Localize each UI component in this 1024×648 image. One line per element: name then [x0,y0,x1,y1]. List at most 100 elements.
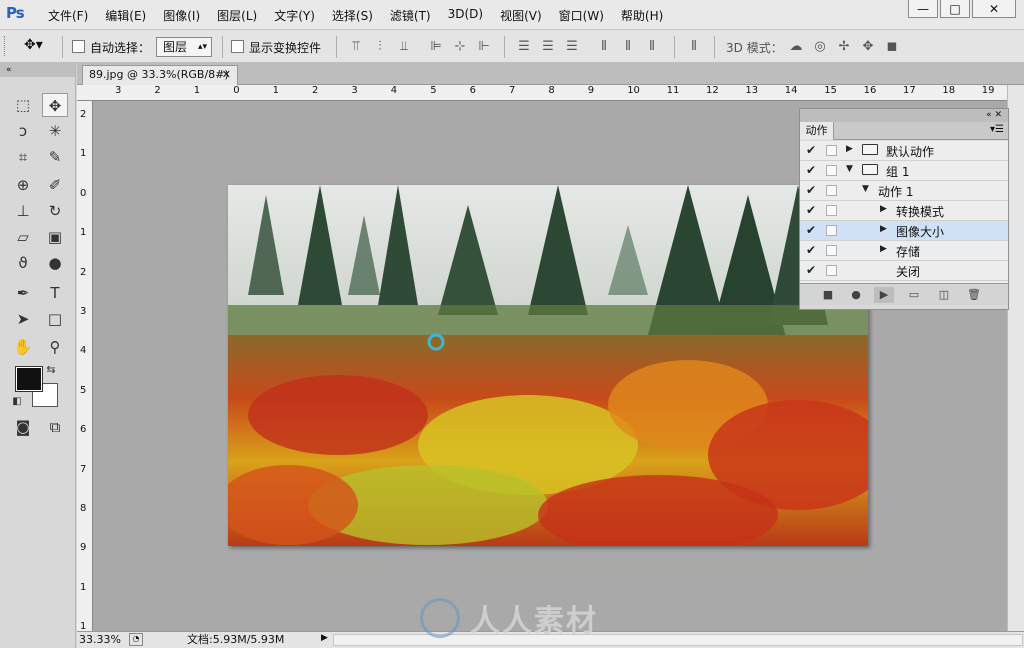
zoom-level[interactable]: 33.33% [79,633,123,647]
menu-select[interactable]: 选择(S) [332,7,373,24]
action-row-save[interactable]: ✔ ▶ 存储 [800,241,1008,261]
path-selection-tool-icon[interactable]: ➤ [10,307,36,331]
check-icon[interactable]: ✔ [806,203,816,217]
brush-tool-icon[interactable]: ✐ [42,173,68,197]
3d-pan-icon[interactable]: ✢ [836,39,852,55]
align-left-icon[interactable]: ⊫ [428,39,444,55]
expand-right-icon[interactable]: ▶ [846,144,853,154]
hand-tool-icon[interactable]: ✋ [10,335,36,359]
tab-actions[interactable]: 动作 [800,122,834,140]
dialog-toggle[interactable] [826,165,837,176]
eyedropper-tool-icon[interactable]: ✎ [42,145,68,169]
menu-window[interactable]: 窗口(W) [559,7,604,24]
dialog-toggle[interactable] [826,185,837,196]
lasso-tool-icon[interactable]: ↄ [10,119,36,143]
menu-layer[interactable]: 图层(L) [217,7,257,24]
align-hcenter-icon[interactable]: ⊹ [452,39,468,55]
distribute-vcenter-icon[interactable]: ☰ [540,39,556,55]
3d-slide-icon[interactable]: ✥ [860,39,876,55]
rectangle-tool-icon[interactable]: □ [42,307,68,331]
menu-image[interactable]: 图像(I) [163,7,200,24]
distribute-hcenter-icon[interactable]: ⦀ [620,39,636,55]
move-tool-preset-icon[interactable]: ✥▾ [24,37,43,53]
align-bottom-icon[interactable]: ⫫ [396,39,412,55]
foreground-color-swatch[interactable] [15,366,43,392]
menu-edit[interactable]: 编辑(E) [105,7,146,24]
menu-file[interactable]: 文件(F) [48,7,88,24]
expand-down-icon[interactable]: ▼ [862,184,869,194]
close-button[interactable]: ✕ [972,0,1016,18]
dialog-toggle[interactable] [826,245,837,256]
record-icon[interactable]: ● [846,287,866,303]
menu-3d[interactable]: 3D(D) [448,7,483,24]
blur-tool-icon[interactable]: ϑ [10,251,36,275]
check-icon[interactable]: ✔ [806,183,816,197]
gradient-tool-icon[interactable]: ▣ [42,225,68,249]
eraser-tool-icon[interactable]: ▱ [10,225,36,249]
auto-align-icon[interactable]: ⫴ [686,39,702,55]
dialog-toggle[interactable] [826,225,837,236]
marquee-tool-icon[interactable]: ⬚ [10,93,36,117]
dialog-toggle[interactable] [826,265,837,276]
dodge-tool-icon[interactable]: ● [42,251,68,275]
status-menu-icon[interactable]: ▶ [321,633,328,643]
swap-colors-icon[interactable]: ⇆ [44,363,58,377]
3d-scale-icon[interactable]: ◼ [884,39,900,55]
maximize-button[interactable]: □ [940,0,970,18]
distribute-bottom-icon[interactable]: ☰ [564,39,580,55]
type-tool-icon[interactable]: T [42,281,68,305]
minimize-button[interactable]: — [908,0,938,18]
menu-filter[interactable]: 滤镜(T) [390,7,431,24]
action-row-convert-mode[interactable]: ✔ ▶ 转换模式 [800,201,1008,221]
zoom-tool-icon[interactable]: ⚲ [42,335,68,359]
default-colors-icon[interactable]: ◧ [10,395,24,409]
vertical-ruler[interactable]: 21012345678911 [77,101,93,632]
panel-collapse-bar[interactable]: « ✕ [800,109,1008,122]
dialog-toggle[interactable] [826,205,837,216]
auto-select-checkbox[interactable] [72,40,85,53]
align-top-icon[interactable]: ⫪ [348,39,364,55]
menu-type[interactable]: 文字(Y) [274,7,315,24]
show-transform-checkbox[interactable] [231,40,244,53]
status-info-icon[interactable]: ◔ [129,633,143,646]
expand-down-icon[interactable]: ▼ [846,164,853,174]
expand-right-icon[interactable]: ▶ [880,224,887,234]
close-icon[interactable]: ✕ [222,66,231,84]
distribute-left-icon[interactable]: ⦀ [596,39,612,55]
clone-stamp-tool-icon[interactable]: ⊥ [10,199,36,223]
action-row-group-1[interactable]: ✔ ▼ 组 1 [800,161,1008,181]
document-image[interactable] [228,185,868,546]
vertical-scrollbar[interactable] [1007,85,1024,631]
action-row-default-set[interactable]: ✔ ▶ 默认动作 [800,141,1008,161]
distribute-top-icon[interactable]: ☰ [516,39,532,55]
screen-mode-icon[interactable]: ⧉ [42,415,68,439]
crop-tool-icon[interactable]: ⌗ [10,145,36,169]
document-tab[interactable]: 89.jpg @ 33.3%(RGB/8#) ✕ [82,65,238,85]
spot-healing-tool-icon[interactable]: ⊕ [10,173,36,197]
trash-icon[interactable]: 🗑 [964,287,984,303]
panel-menu-icon[interactable]: ▾☰ [990,124,1004,135]
stop-icon[interactable]: ■ [818,287,838,303]
new-set-icon[interactable]: ▭ [904,287,924,303]
3d-rotate-icon[interactable]: ☁ [788,39,804,55]
action-row-image-size[interactable]: ✔ ▶ 图像大小 [800,221,1008,241]
expand-right-icon[interactable]: ▶ [880,204,887,214]
align-right-icon[interactable]: ⊩ [476,39,492,55]
3d-roll-icon[interactable]: ◎ [812,39,828,55]
check-icon[interactable]: ✔ [806,263,816,277]
auto-select-dropdown[interactable]: 图层 ▴▾ [156,37,212,57]
action-row-close[interactable]: ✔ 关闭 [800,261,1008,281]
options-grip[interactable] [4,36,7,56]
magic-wand-tool-icon[interactable]: ✳ [42,119,68,143]
check-icon[interactable]: ✔ [806,223,816,237]
action-row-action-1[interactable]: ✔ ▼ 动作 1 [800,181,1008,201]
move-tool-icon[interactable]: ✥ [42,93,68,117]
check-icon[interactable]: ✔ [806,243,816,257]
pen-tool-icon[interactable]: ✒ [10,281,36,305]
menu-view[interactable]: 视图(V) [500,7,542,24]
menu-help[interactable]: 帮助(H) [621,7,663,24]
dialog-toggle[interactable] [826,145,837,156]
expand-right-icon[interactable]: ▶ [880,244,887,254]
distribute-right-icon[interactable]: ⦀ [644,39,660,55]
align-vcenter-icon[interactable]: ⫶ [372,39,388,55]
